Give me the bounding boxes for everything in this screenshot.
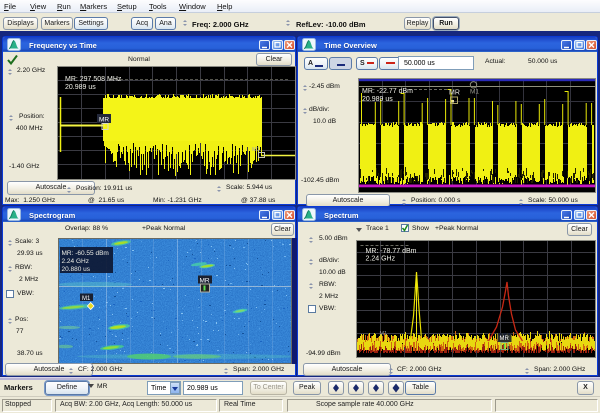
svg-text:MR: MR [99, 117, 109, 124]
svg-text:MR: MR [499, 336, 509, 342]
svg-text:MR: MR [449, 90, 460, 97]
svg-text:2.24 GHz: 2.24 GHz [61, 258, 88, 265]
svg-text:M1: M1 [470, 89, 479, 96]
svg-text:20.989 us: 20.989 us [65, 84, 96, 91]
svg-text:MR: -22.77 dBm: MR: -22.77 dBm [362, 88, 413, 95]
svg-text:MR: -78.77 dBm: MR: -78.77 dBm [365, 248, 416, 255]
svg-text:20.989 us: 20.989 us [362, 96, 393, 103]
svg-text:M1: M1 [82, 296, 91, 302]
svg-text:20.880 us: 20.880 us [61, 266, 90, 273]
svg-text:MR: 297.508 MHz: MR: 297.508 MHz [65, 76, 122, 83]
svg-text:M1: M1 [379, 331, 387, 337]
svg-text:MR: -60.55 dBm: MR: -60.55 dBm [61, 250, 108, 257]
svg-text:MR: MR [199, 278, 209, 285]
svg-text:2.24 GHz: 2.24 GHz [365, 256, 395, 263]
